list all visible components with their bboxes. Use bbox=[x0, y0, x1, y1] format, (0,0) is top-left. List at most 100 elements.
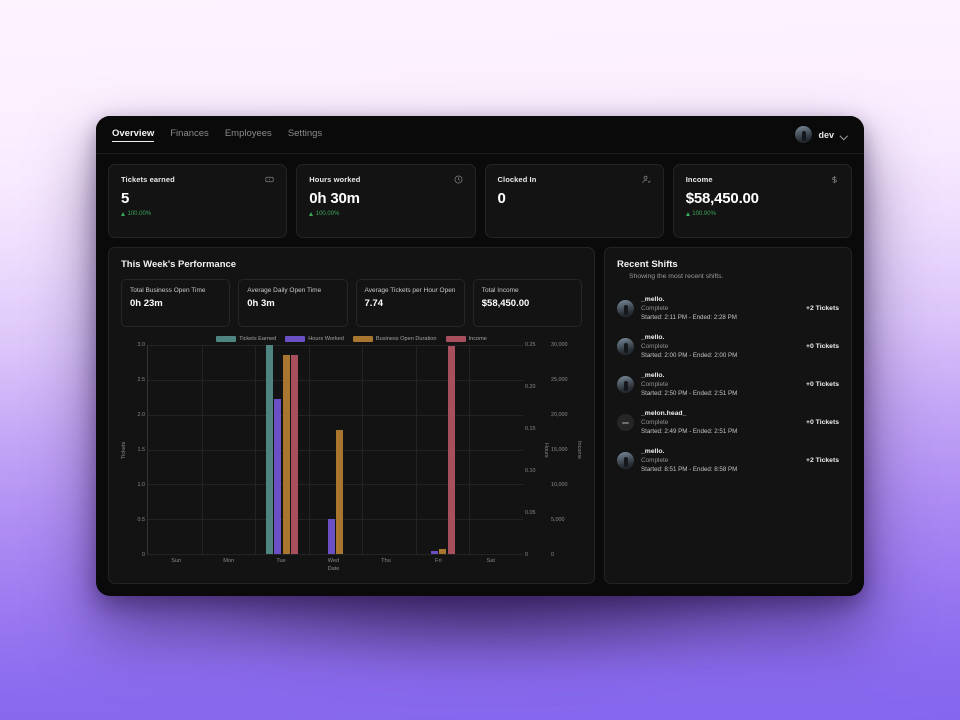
shift-info: _mello. Complete Started: 2:00 PM - Ende… bbox=[641, 334, 799, 359]
nav-item-employees[interactable]: Employees bbox=[225, 128, 272, 141]
shift-list-item[interactable]: _mello. Complete Started: 2:00 PM - Ende… bbox=[617, 334, 839, 359]
shift-list-item[interactable]: _mello. Complete Started: 8:51 PM - Ende… bbox=[617, 448, 839, 473]
nav-item-overview[interactable]: Overview bbox=[112, 128, 155, 142]
chart-bar[interactable] bbox=[274, 399, 282, 554]
gridline bbox=[148, 554, 523, 555]
metric-card: Average Daily Open Time 0h 3m bbox=[238, 279, 348, 327]
chart-bar[interactable] bbox=[447, 346, 455, 554]
shift-tickets-badge: +0 Tickets bbox=[806, 343, 839, 350]
avatar bbox=[617, 414, 634, 431]
y-axis-ticks-hours: 0 0.05 0.10 0.15 0.20 0.25 bbox=[523, 342, 543, 558]
shift-user-name: _mello. bbox=[641, 334, 665, 341]
legend-item[interactable]: Hours Worked bbox=[285, 336, 344, 342]
shift-user-name: _melon.head_ bbox=[641, 410, 687, 417]
ticket-icon bbox=[265, 175, 274, 184]
axis-tick: 5,000 bbox=[551, 517, 565, 523]
shift-status: Complete bbox=[641, 343, 669, 350]
shift-list-item[interactable]: _mello. Complete Started: 2:11 PM - Ende… bbox=[617, 296, 839, 321]
x-axis-label: Sat bbox=[486, 558, 495, 564]
user-name-label: dev bbox=[818, 129, 834, 140]
stat-card: Clocked In 0 bbox=[484, 164, 664, 238]
shift-status: Complete bbox=[641, 305, 669, 312]
stat-card-delta-value: 100.00% bbox=[315, 211, 340, 217]
recent-shifts-panel: Recent Shifts Showing the most recent sh… bbox=[604, 247, 852, 584]
metric-card-label: Total Income bbox=[481, 287, 519, 294]
legend-label: Business Open Duration bbox=[375, 336, 437, 342]
x-axis-title: Date bbox=[327, 566, 340, 572]
axis-tick: 25,000 bbox=[551, 376, 568, 383]
legend-item[interactable]: Income bbox=[445, 336, 487, 342]
metric-card: Total Business Open Time 0h 23m bbox=[121, 279, 231, 327]
x-axis-label: Thu bbox=[381, 558, 391, 564]
metric-card-label: Total Business Open Time bbox=[130, 287, 206, 294]
axis-tick: 20,000 bbox=[551, 411, 568, 418]
legend-label: Hours Worked bbox=[308, 336, 344, 342]
chart-plot-area: Tickets 0 0.5 1.0 1.5 2.0 2.5 3.0 0 0.05 0.10 0.1… bbox=[121, 342, 582, 558]
y-axis-ticks-tickets: 0 0.5 1.0 1.5 2.0 2.5 3.0 bbox=[127, 342, 147, 558]
avatar bbox=[795, 126, 813, 143]
user-menu[interactable]: dev bbox=[795, 126, 848, 143]
legend-swatch bbox=[352, 336, 373, 342]
axis-tick: 2.0 bbox=[137, 411, 146, 418]
chart-bar[interactable] bbox=[336, 430, 344, 554]
recent-shifts-subtitle: Showing the most recent shifts. bbox=[629, 273, 724, 280]
stat-card-delta: 100.00% bbox=[121, 211, 274, 217]
chart-plot bbox=[147, 345, 523, 555]
chart-bar-group bbox=[469, 345, 523, 554]
nav-item-settings[interactable]: Settings bbox=[288, 128, 322, 141]
legend-swatch bbox=[216, 336, 237, 342]
chart-bar-group bbox=[416, 345, 470, 554]
axis-tick: 0 bbox=[142, 552, 145, 558]
metric-card: Average Tickets per Hour Open 7.74 bbox=[355, 279, 465, 327]
stat-card-delta-value: 100.00% bbox=[692, 211, 716, 217]
legend-swatch bbox=[285, 336, 306, 342]
shift-time-range: Started: 2:50 PM - Ended: 2:51 PM bbox=[641, 390, 738, 397]
trend-up-icon bbox=[121, 212, 125, 216]
stat-card-value: $58,450.00 bbox=[685, 190, 759, 207]
axis-tick: 0 bbox=[551, 552, 554, 558]
avatar bbox=[617, 338, 634, 355]
top-navigation-bar: Overview Finances Employees Settings dev bbox=[96, 116, 864, 154]
chart-bar[interactable] bbox=[327, 518, 335, 554]
chart-bar-group bbox=[309, 345, 363, 554]
shift-status: Complete bbox=[641, 381, 669, 388]
avatar bbox=[617, 376, 634, 393]
axis-tick: 1.5 bbox=[137, 447, 146, 453]
shift-list-item[interactable]: _melon.head_ Complete Started: 2:49 PM -… bbox=[617, 410, 839, 435]
shift-time-range: Started: 2:49 PM - Ended: 2:51 PM bbox=[641, 428, 738, 435]
shift-time-range: Started: 8:51 PM - Ended: 8:58 PM bbox=[641, 466, 738, 473]
stat-card-row: Tickets earned 5 100.00% Hours worked 0h… bbox=[108, 164, 852, 238]
legend-swatch bbox=[445, 336, 466, 342]
performance-chart: Tickets Earned Hours Worked Business Ope… bbox=[121, 333, 582, 577]
nav-item-list: Overview Finances Employees Settings bbox=[112, 128, 322, 142]
axis-tick: 0.05 bbox=[525, 510, 536, 516]
dashboard-window: Overview Finances Employees Settings dev Ti… bbox=[96, 116, 864, 596]
stat-card-delta-value: 100.00% bbox=[127, 211, 152, 217]
chart-bar-group bbox=[202, 345, 256, 554]
stat-card-header: Income bbox=[686, 175, 839, 184]
axis-tick: 0.15 bbox=[525, 426, 536, 432]
stat-card-value: 5 bbox=[121, 190, 130, 207]
metric-card-row: Total Business Open Time 0h 23m Average … bbox=[121, 279, 582, 327]
chart-bar-group bbox=[255, 345, 309, 554]
nav-item-finances[interactable]: Finances bbox=[170, 128, 209, 141]
legend-item[interactable]: Tickets Earned bbox=[216, 336, 276, 342]
metric-card-value: 0h 3m bbox=[247, 298, 275, 310]
axis-tick: 30,000 bbox=[551, 342, 568, 348]
shift-tickets-badge: +0 Tickets bbox=[806, 381, 839, 388]
chart-bar[interactable] bbox=[265, 345, 273, 554]
chart-bar[interactable] bbox=[439, 548, 447, 554]
shift-user-name: _mello. bbox=[641, 448, 665, 455]
metric-card-label: Average Daily Open Time bbox=[247, 287, 322, 294]
shift-list-item[interactable]: _mello. Complete Started: 2:50 PM - Ende… bbox=[617, 372, 839, 397]
chart-bar[interactable] bbox=[430, 550, 438, 554]
chart-bar[interactable] bbox=[282, 355, 290, 554]
chart-bar[interactable] bbox=[291, 355, 299, 554]
x-axis-labels: Sun Mon Tue Wed Thu Fri Sat bbox=[121, 555, 582, 566]
trend-up-icon bbox=[309, 212, 314, 216]
chart-bar-group bbox=[148, 345, 202, 554]
x-axis-label: Tue bbox=[276, 558, 286, 564]
legend-item[interactable]: Business Open Duration bbox=[352, 336, 437, 342]
shift-status: Complete bbox=[641, 419, 669, 426]
metric-card: Total Income $58,450.00 bbox=[472, 279, 582, 327]
